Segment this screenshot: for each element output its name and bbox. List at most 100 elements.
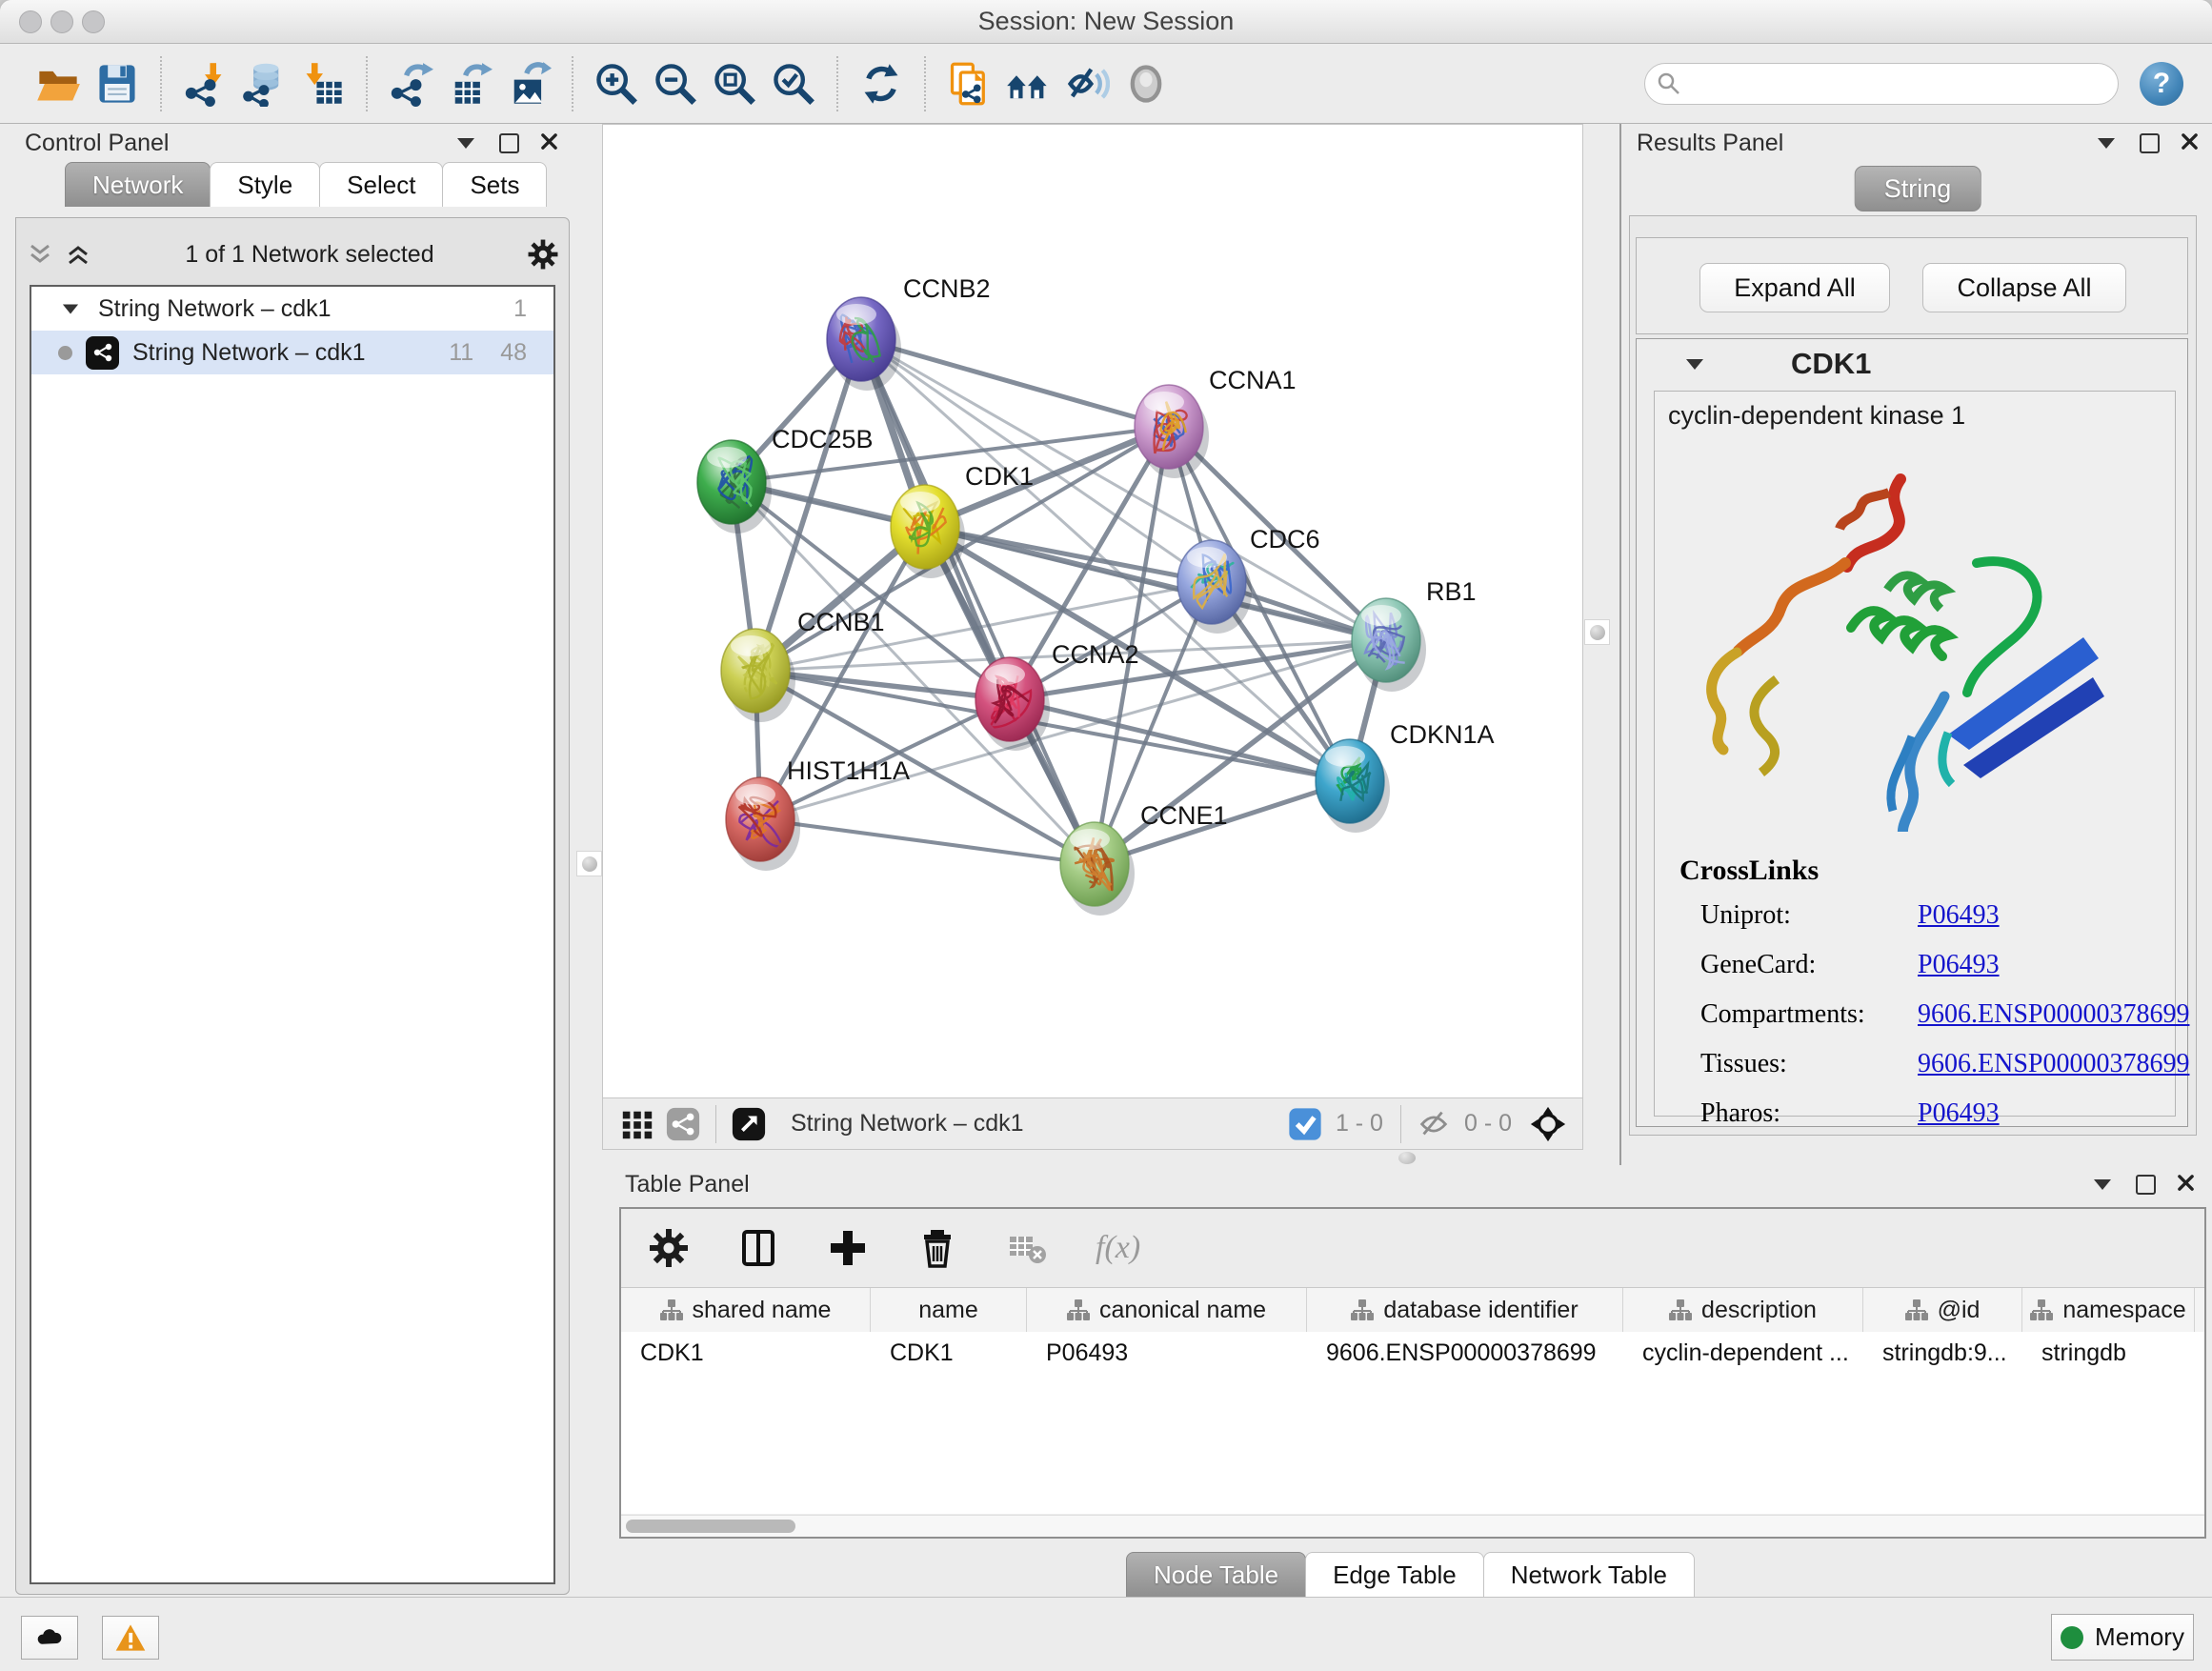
tab-network[interactable]: Network <box>65 162 211 207</box>
tab-node-table[interactable]: Node Table <box>1126 1552 1306 1597</box>
zoom-out-button[interactable] <box>646 54 705 113</box>
edge[interactable] <box>861 339 1095 864</box>
node-CCNA1[interactable]: CCNA1 <box>1135 366 1297 478</box>
expand-all-button[interactable]: Expand All <box>1699 263 1890 312</box>
scrollbar-thumb[interactable] <box>626 1520 795 1533</box>
delete-table-icon[interactable] <box>1006 1227 1048 1269</box>
node-CDKN1A[interactable]: CDKN1A <box>1316 720 1495 833</box>
detach-view-button[interactable] <box>726 1103 772 1145</box>
help-button[interactable]: ? <box>2140 62 2183 106</box>
network-canvas[interactable]: CCNB2CCNA1CDC25BCDK1CDC6RB1CCNB1CCNA2CDK… <box>603 125 1582 1097</box>
warnings-button[interactable] <box>102 1616 159 1660</box>
collection-expand-icon[interactable] <box>63 304 78 313</box>
node-RB1[interactable]: RB1 <box>1352 577 1477 692</box>
zoom-in-button[interactable] <box>587 54 646 113</box>
tab-network-table[interactable]: Network Table <box>1483 1552 1695 1597</box>
table-cell[interactable]: P06493 <box>1027 1339 1307 1367</box>
apply-layout-button[interactable] <box>852 54 911 113</box>
close-panel-icon[interactable] <box>2181 130 2199 157</box>
network-collection-row[interactable]: String Network – cdk1 1 <box>31 287 553 331</box>
show-columns-icon[interactable] <box>737 1227 779 1269</box>
network-overview-button[interactable] <box>660 1103 706 1145</box>
column-header-database-identifier[interactable]: database identifier <box>1307 1288 1623 1332</box>
crosslink-value-link[interactable]: 9606.ENSP00000378699 <box>1918 999 2189 1030</box>
export-network-button[interactable] <box>381 54 440 113</box>
external-arrow-icon <box>731 1106 767 1142</box>
table-cell[interactable]: CDK1 <box>621 1339 871 1367</box>
network-row[interactable]: String Network – cdk1 11 48 <box>31 331 553 374</box>
float-panel-icon[interactable] <box>499 133 519 153</box>
table-cell[interactable]: stringdb <box>2022 1339 2195 1367</box>
cloud-status-button[interactable] <box>21 1616 78 1660</box>
horizontal-scrollbar[interactable] <box>621 1515 2204 1537</box>
zoom-selected-button[interactable] <box>764 54 823 113</box>
hide-selected-button[interactable] <box>1057 54 1116 113</box>
column-header-namespace[interactable]: namespace <box>2022 1288 2195 1332</box>
table-cell[interactable]: stringdb:9... <box>1863 1339 2022 1367</box>
copy-style-button[interactable] <box>939 54 998 113</box>
column-header-shared-name[interactable]: shared name <box>621 1288 871 1332</box>
tab-string[interactable]: String <box>1855 166 1981 211</box>
tab-edge-table[interactable]: Edge Table <box>1305 1552 1484 1597</box>
table-cell[interactable]: 9606.ENSP00000378699 <box>1307 1339 1623 1367</box>
node-CDC25B[interactable]: CDC25B <box>697 425 874 534</box>
gear-icon[interactable] <box>648 1227 690 1269</box>
column-header--id[interactable]: @id <box>1863 1288 2022 1332</box>
float-panel-icon[interactable] <box>2140 133 2160 153</box>
expand-all-icon[interactable] <box>64 240 92 269</box>
column-header-canonical-name[interactable]: canonical name <box>1027 1288 1307 1332</box>
hidden-toggle[interactable] <box>1411 1103 1457 1145</box>
crosslink-value-link[interactable]: 9606.ENSP00000378699 <box>1918 1049 2189 1079</box>
show-hidden-button[interactable] <box>1116 54 1176 113</box>
tab-style[interactable]: Style <box>210 162 320 207</box>
entry-collapse-icon[interactable] <box>1686 359 1703 370</box>
column-header-description[interactable]: description <box>1623 1288 1863 1332</box>
open-session-button[interactable] <box>29 54 88 113</box>
search-input[interactable] <box>1689 70 2106 98</box>
selected-checkbox[interactable] <box>1282 1103 1328 1145</box>
import-network-from-database-button[interactable] <box>234 54 293 113</box>
node-HIST1H1A[interactable]: HIST1H1A <box>726 756 910 871</box>
panel-menu-icon[interactable] <box>457 138 474 149</box>
right-splitter-handle[interactable] <box>1584 619 1610 645</box>
import-table-from-file-button[interactable] <box>293 54 352 113</box>
bottom-splitter-handle[interactable] <box>1398 1152 1416 1164</box>
crosslink-value-link[interactable]: P06493 <box>1918 900 2000 931</box>
network-view[interactable]: CCNB2CCNA1CDC25BCDK1CDC6RB1CCNB1CCNA2CDK… <box>602 124 1583 1098</box>
import-network-from-file-button[interactable] <box>175 54 234 113</box>
save-session-button[interactable] <box>88 54 147 113</box>
zoom-out-icon <box>653 61 698 107</box>
tab-sets[interactable]: Sets <box>442 162 547 207</box>
table-cell[interactable]: CDK1 <box>871 1339 1027 1367</box>
close-panel-icon[interactable] <box>2177 1171 2195 1198</box>
export-table-button[interactable] <box>440 54 499 113</box>
panel-menu-icon[interactable] <box>2094 1179 2111 1190</box>
float-panel-icon[interactable] <box>2136 1175 2156 1195</box>
birdseye-button[interactable] <box>1525 1103 1571 1145</box>
column-header-name[interactable]: name <box>871 1288 1027 1332</box>
table-row[interactable]: CDK1CDK1P064939606.ENSP00000378699cyclin… <box>621 1332 2204 1374</box>
export-image-button[interactable] <box>499 54 558 113</box>
edge[interactable] <box>861 339 1169 427</box>
memory-button[interactable]: Memory <box>2051 1614 2194 1661</box>
grid-view-button[interactable] <box>614 1103 660 1145</box>
edge[interactable] <box>760 819 1095 864</box>
collapse-all-icon[interactable] <box>26 240 54 269</box>
crosslink-value-link[interactable]: P06493 <box>1918 950 2000 980</box>
gear-icon[interactable] <box>527 238 559 271</box>
crosslink-value-link[interactable]: P06493 <box>1918 1098 2000 1129</box>
function-builder-button[interactable]: f(x) <box>1096 1230 1140 1266</box>
panel-menu-icon[interactable] <box>2098 138 2115 149</box>
zoom-fit-button[interactable] <box>705 54 764 113</box>
close-panel-icon[interactable] <box>540 130 558 157</box>
main-toolbar: ? <box>0 44 2212 124</box>
search-box[interactable] <box>1644 63 2119 105</box>
delete-column-icon[interactable] <box>916 1227 958 1269</box>
add-column-icon[interactable] <box>827 1227 869 1269</box>
tab-select[interactable]: Select <box>319 162 443 207</box>
table-cell[interactable]: cyclin-dependent ... <box>1623 1339 1863 1367</box>
collapse-all-button[interactable]: Collapse All <box>1922 263 2126 312</box>
left-splitter-handle[interactable] <box>576 851 602 876</box>
node-CCNE1[interactable]: CCNE1 <box>1060 801 1228 916</box>
show-all-networks-button[interactable] <box>998 54 1057 113</box>
